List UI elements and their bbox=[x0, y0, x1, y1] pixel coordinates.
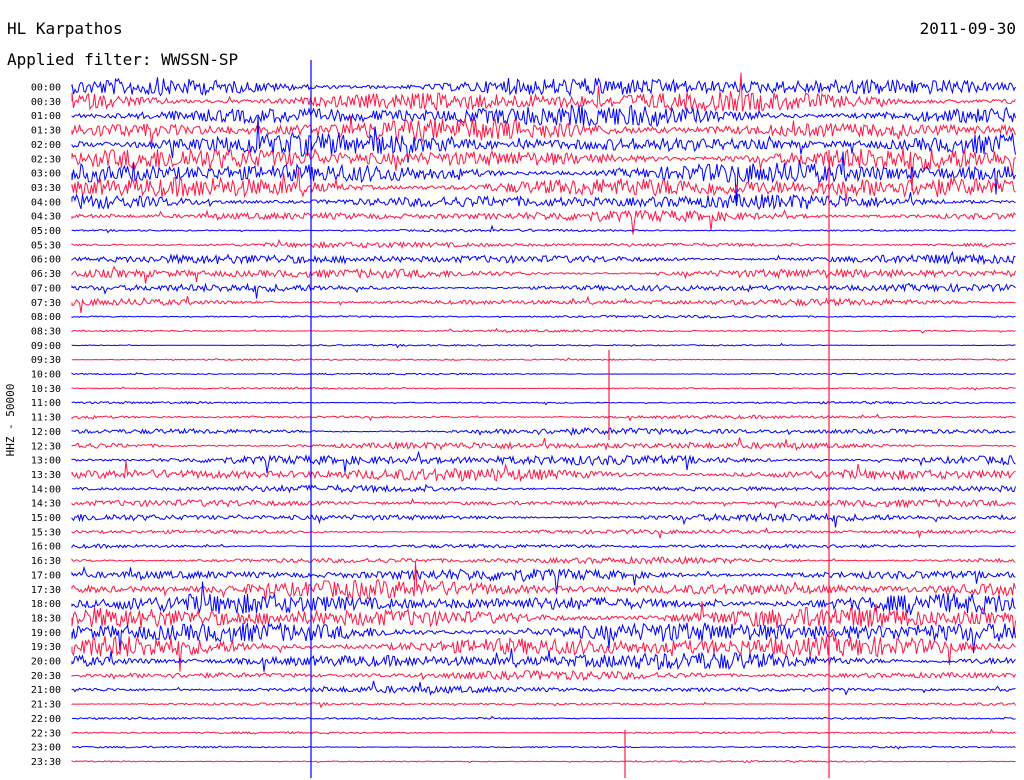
time-label-2330: 23:30 bbox=[31, 757, 61, 768]
time-label-0130: 01:30 bbox=[31, 126, 61, 137]
trace-2230 bbox=[71, 728, 1016, 735]
time-label-2000: 20:00 bbox=[31, 657, 61, 668]
trace-0900 bbox=[71, 342, 1016, 349]
time-label-1730: 17:30 bbox=[31, 585, 61, 596]
time-label-1800: 18:00 bbox=[31, 599, 61, 610]
time-label-2200: 22:00 bbox=[31, 714, 61, 725]
trace-0030 bbox=[71, 72, 1016, 113]
trace-0630 bbox=[71, 265, 1016, 284]
trace-0730 bbox=[71, 295, 1016, 313]
trace-2030 bbox=[71, 669, 1016, 682]
trace-1200 bbox=[71, 426, 1016, 436]
time-label-0030: 00:30 bbox=[31, 97, 61, 108]
time-label-0430: 04:30 bbox=[31, 212, 61, 223]
trace-0830 bbox=[71, 327, 1016, 334]
time-label-1530: 15:30 bbox=[31, 527, 61, 538]
trace-1630 bbox=[71, 555, 1016, 565]
time-label-group: 00:00 00:30 01:00 01:30 02:00 02:30 03:00 03:30… bbox=[31, 83, 61, 768]
time-label-0000: 00:00 bbox=[31, 83, 61, 94]
trace-1030 bbox=[71, 386, 1016, 391]
trace-1530 bbox=[71, 527, 1016, 539]
time-label-0200: 02:00 bbox=[31, 140, 61, 151]
time-label-0100: 01:00 bbox=[31, 111, 61, 122]
time-label-1330: 13:30 bbox=[31, 470, 61, 481]
trace-1330 bbox=[71, 461, 1016, 483]
time-label-2100: 21:00 bbox=[31, 685, 61, 696]
trace-0500 bbox=[71, 224, 1016, 234]
time-label-1630: 16:30 bbox=[31, 556, 61, 567]
seismogram-plot: 00:00 00:30 01:00 01:30 02:00 02:30 03:00 03:30… bbox=[31, 60, 1016, 778]
time-label-0700: 07:00 bbox=[31, 283, 61, 294]
time-label-0800: 08:00 bbox=[31, 312, 61, 323]
time-label-1600: 16:00 bbox=[31, 542, 61, 553]
trace-1400 bbox=[71, 483, 1016, 494]
time-label-1400: 14:00 bbox=[31, 484, 61, 495]
trace-2330 bbox=[71, 759, 1016, 764]
time-label-1300: 13:00 bbox=[31, 456, 61, 467]
time-label-0630: 06:30 bbox=[31, 269, 61, 280]
time-label-1830: 18:30 bbox=[31, 613, 61, 624]
time-label-1000: 10:00 bbox=[31, 370, 61, 381]
time-label-1500: 15:00 bbox=[31, 513, 61, 524]
time-label-1030: 10:30 bbox=[31, 384, 61, 395]
time-label-0730: 07:30 bbox=[31, 298, 61, 309]
time-label-2230: 22:30 bbox=[31, 728, 61, 739]
trace-1230 bbox=[71, 437, 1016, 451]
trace-0700 bbox=[71, 282, 1016, 299]
trace-0600 bbox=[71, 250, 1016, 266]
time-label-1930: 19:30 bbox=[31, 642, 61, 653]
time-label-1200: 12:00 bbox=[31, 427, 61, 438]
trace-0000 bbox=[71, 77, 1016, 98]
time-label-0400: 04:00 bbox=[31, 197, 61, 208]
time-label-0830: 08:30 bbox=[31, 326, 61, 337]
time-label-1430: 14:30 bbox=[31, 499, 61, 510]
trace-0800 bbox=[71, 314, 1016, 319]
trace-1430 bbox=[71, 497, 1016, 510]
trace-1300 bbox=[71, 450, 1016, 474]
trace-1130 bbox=[71, 413, 1016, 422]
trace-1000 bbox=[71, 372, 1016, 376]
time-label-0330: 03:30 bbox=[31, 183, 61, 194]
trace-1730 bbox=[71, 561, 1016, 602]
trace-2000 bbox=[71, 648, 1016, 672]
trace-1600 bbox=[71, 543, 1016, 551]
trace-2130 bbox=[71, 701, 1016, 709]
time-label-0930: 09:30 bbox=[31, 355, 61, 366]
time-label-1130: 11:30 bbox=[31, 413, 61, 424]
time-label-1230: 12:30 bbox=[31, 441, 61, 452]
time-label-1900: 19:00 bbox=[31, 628, 61, 639]
time-label-0500: 05:00 bbox=[31, 226, 61, 237]
time-label-1700: 17:00 bbox=[31, 570, 61, 581]
time-label-2030: 20:30 bbox=[31, 671, 61, 682]
trace-2300 bbox=[71, 745, 1016, 750]
time-label-2300: 23:00 bbox=[31, 743, 61, 754]
time-label-0900: 09:00 bbox=[31, 341, 61, 352]
time-label-1100: 11:00 bbox=[31, 398, 61, 409]
trace-2100 bbox=[71, 680, 1016, 696]
trace-0930 bbox=[71, 357, 1016, 362]
trace-group bbox=[71, 60, 1016, 778]
trace-1700 bbox=[71, 565, 1016, 594]
trace-1100 bbox=[71, 400, 1016, 406]
time-label-2130: 21:30 bbox=[31, 700, 61, 711]
trace-2200 bbox=[71, 715, 1016, 721]
time-label-0600: 06:00 bbox=[31, 255, 61, 266]
time-label-0300: 03:00 bbox=[31, 169, 61, 180]
time-label-0530: 05:30 bbox=[31, 240, 61, 251]
trace-1500 bbox=[71, 512, 1016, 528]
time-label-0230: 02:30 bbox=[31, 154, 61, 165]
trace-0100 bbox=[71, 104, 1016, 127]
trace-0530 bbox=[71, 238, 1016, 250]
